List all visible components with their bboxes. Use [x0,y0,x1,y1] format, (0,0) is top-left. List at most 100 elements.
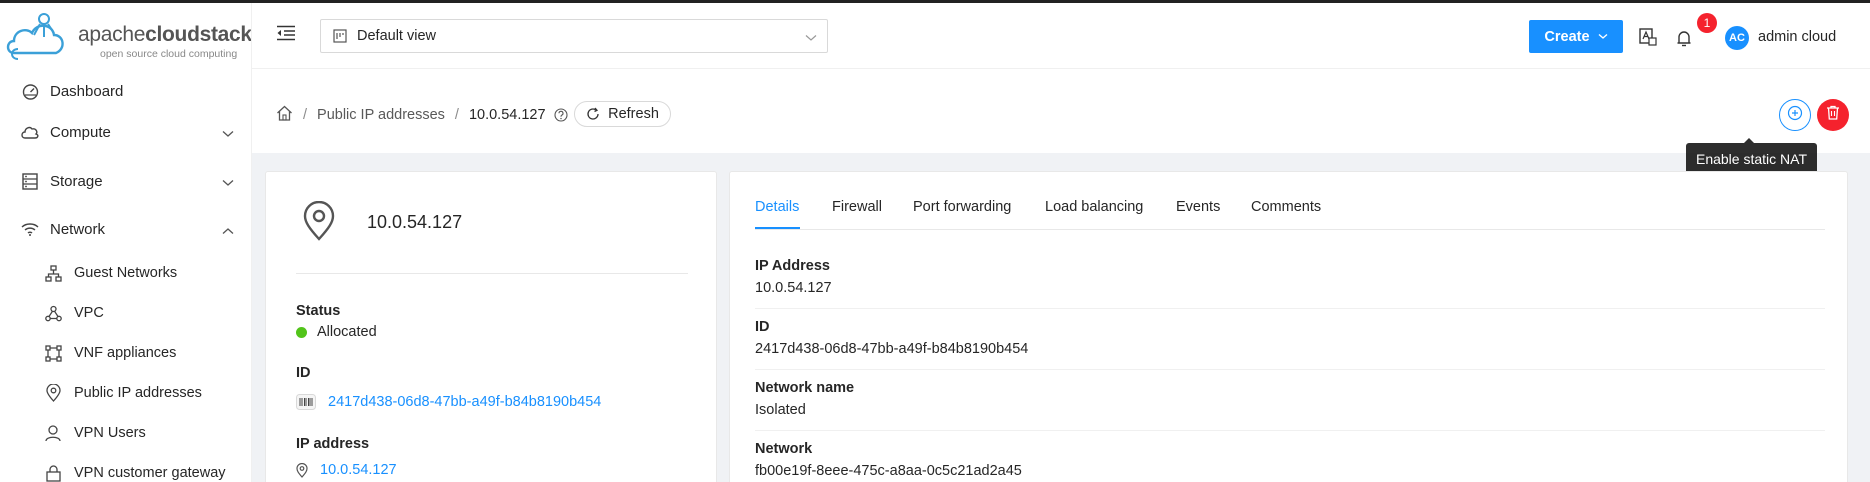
barcode-icon[interactable] [296,394,316,410]
view-select-value: Default view [357,28,436,44]
refresh-button-label: Refresh [608,106,659,122]
ip-address-row: 10.0.54.127 [296,462,397,478]
page-header: / Public IP addresses / 10.0.54.127 Refr… [252,69,1870,153]
cloudstack-logo-icon [6,13,64,60]
details-card: Details Firewall Port forwarding Load ba… [729,171,1848,482]
status-badge: Allocated [296,324,377,340]
sidebar-item-dashboard[interactable]: Dashboard [0,71,251,111]
sidebar-item-label: VNF appliances [74,345,177,361]
sidebar-item-vpc[interactable]: VPC [0,295,251,331]
delete-icon [1826,105,1840,125]
detail-value: Isolated [755,402,806,418]
sidebar-item-compute[interactable]: Compute [0,112,251,152]
chevron-up-icon [222,222,234,239]
tab-port-forwarding[interactable]: Port forwarding [913,199,1011,215]
id-value-row: 2417d438-06d8-47bb-a49f-b84b8190b454 [296,394,601,410]
sidebar-item-label: VPN customer gateway [74,465,226,481]
breadcrumb: / Public IP addresses / 10.0.54.127 [276,105,568,125]
environment-icon [303,200,335,246]
detail-value: fb00e19f-8eee-475c-a8aa-0c5c21ad2a45 [755,463,1022,479]
sidebar-item-label: Compute [50,123,111,141]
release-ip-button[interactable] [1817,99,1849,131]
sidebar-item-vpn-users[interactable]: VPN Users [0,415,251,451]
id-value[interactable]: 2417d438-06d8-47bb-a49f-b84b8190b454 [328,394,601,410]
project-icon [333,29,347,43]
enable-static-nat-button[interactable] [1779,99,1811,131]
sidebar: apachecloudstack™ open source cloud comp… [0,3,252,482]
divider [296,273,688,274]
tab-comments[interactable]: Comments [1251,199,1321,215]
chevron-down-icon [222,174,234,191]
sidebar-item-label: Dashboard [50,82,124,100]
gateway-icon [44,344,62,362]
sidebar-item-guest-networks[interactable]: Guest Networks [0,255,251,291]
detail-label: Network name [755,380,855,396]
chevron-down-icon [222,125,234,142]
status-dot [296,326,307,338]
sidebar-item-label: VPC [74,305,104,321]
active-tab-indicator [755,227,800,229]
question-circle-icon[interactable] [554,108,568,122]
divider [755,430,1825,431]
divider [755,369,1825,370]
avatar[interactable]: AC [1725,26,1749,50]
tab-details[interactable]: Details [755,199,799,215]
home-icon[interactable] [276,105,293,125]
sidebar-item-label: Public IP addresses [74,385,202,401]
detail-value: 2417d438-06d8-47bb-a49f-b84b8190b454 [755,341,1029,357]
breadcrumb-separator: / [303,107,308,123]
sidebar-item-vnf-appliances[interactable]: VNF appliances [0,335,251,371]
brand-name: apachecloudstack™ [78,23,252,46]
ip-address-value[interactable]: 10.0.54.127 [320,462,397,478]
notification-badge: 1 [1697,13,1717,33]
tab-load-balancing[interactable]: Load balancing [1045,199,1143,215]
breadcrumb-separator: / [454,107,459,123]
detail-label: IP Address [755,258,830,274]
detail-value: 10.0.54.127 [755,280,832,296]
sidebar-item-label: Storage [50,172,103,190]
sidebar-item-label: Network [50,220,106,238]
deployment-unit-icon [44,304,62,322]
reload-icon [586,107,600,121]
refresh-button[interactable]: Refresh [574,101,671,127]
sidebar-item-network[interactable]: Network [0,209,251,249]
status-value: Allocated [317,324,377,340]
detail-label: Network [755,441,813,457]
user-name[interactable]: admin cloud [1758,29,1836,45]
sidebar-item-storage[interactable]: Storage [0,161,251,201]
breadcrumb-current: 10.0.54.127 [468,107,546,123]
status-label: Status [296,303,341,319]
tab-bar: Details Firewall Port forwarding Load ba… [755,172,1825,230]
user-icon [44,424,62,442]
dashboard-icon [20,81,40,101]
chevron-down-icon [805,30,817,46]
bell-icon[interactable] [1674,27,1694,49]
environment-icon [44,384,62,402]
sidebar-item-vpn-customer-gateway[interactable]: VPN customer gateway [0,455,251,482]
resource-info-card: 10.0.54.127 Status Allocated ID 2417d438… [265,171,717,482]
id-label: ID [296,365,311,381]
create-button[interactable]: Create [1529,20,1623,53]
menu-fold-icon[interactable] [276,25,298,45]
wifi-icon [20,219,40,239]
tab-firewall[interactable]: Firewall [832,199,882,215]
detail-label: ID [755,319,770,335]
translate-icon[interactable] [1638,27,1658,47]
sidebar-item-public-ip-addresses[interactable]: Public IP addresses [0,375,251,411]
view-select[interactable]: Default view [320,19,828,53]
plus-circle-icon [1787,105,1803,126]
resource-name: 10.0.54.127 [367,212,463,232]
create-button-label: Create [1544,28,1590,45]
breadcrumb-public-ip-addresses[interactable]: Public IP addresses [317,107,445,123]
tab-events[interactable]: Events [1176,199,1220,215]
lock-icon [44,464,62,482]
logo[interactable]: apachecloudstack™ open source cloud comp… [4,9,252,69]
cloud-icon [20,122,40,142]
ip-address-label: IP address [296,436,370,452]
sidebar-item-label: Guest Networks [74,265,178,281]
divider [755,308,1825,309]
top-header: Default view Create 1 AC admin cloud [252,3,1870,69]
sidebar-item-label: VPN Users [74,425,146,441]
database-icon [20,171,40,191]
chevron-down-icon [1598,33,1608,40]
